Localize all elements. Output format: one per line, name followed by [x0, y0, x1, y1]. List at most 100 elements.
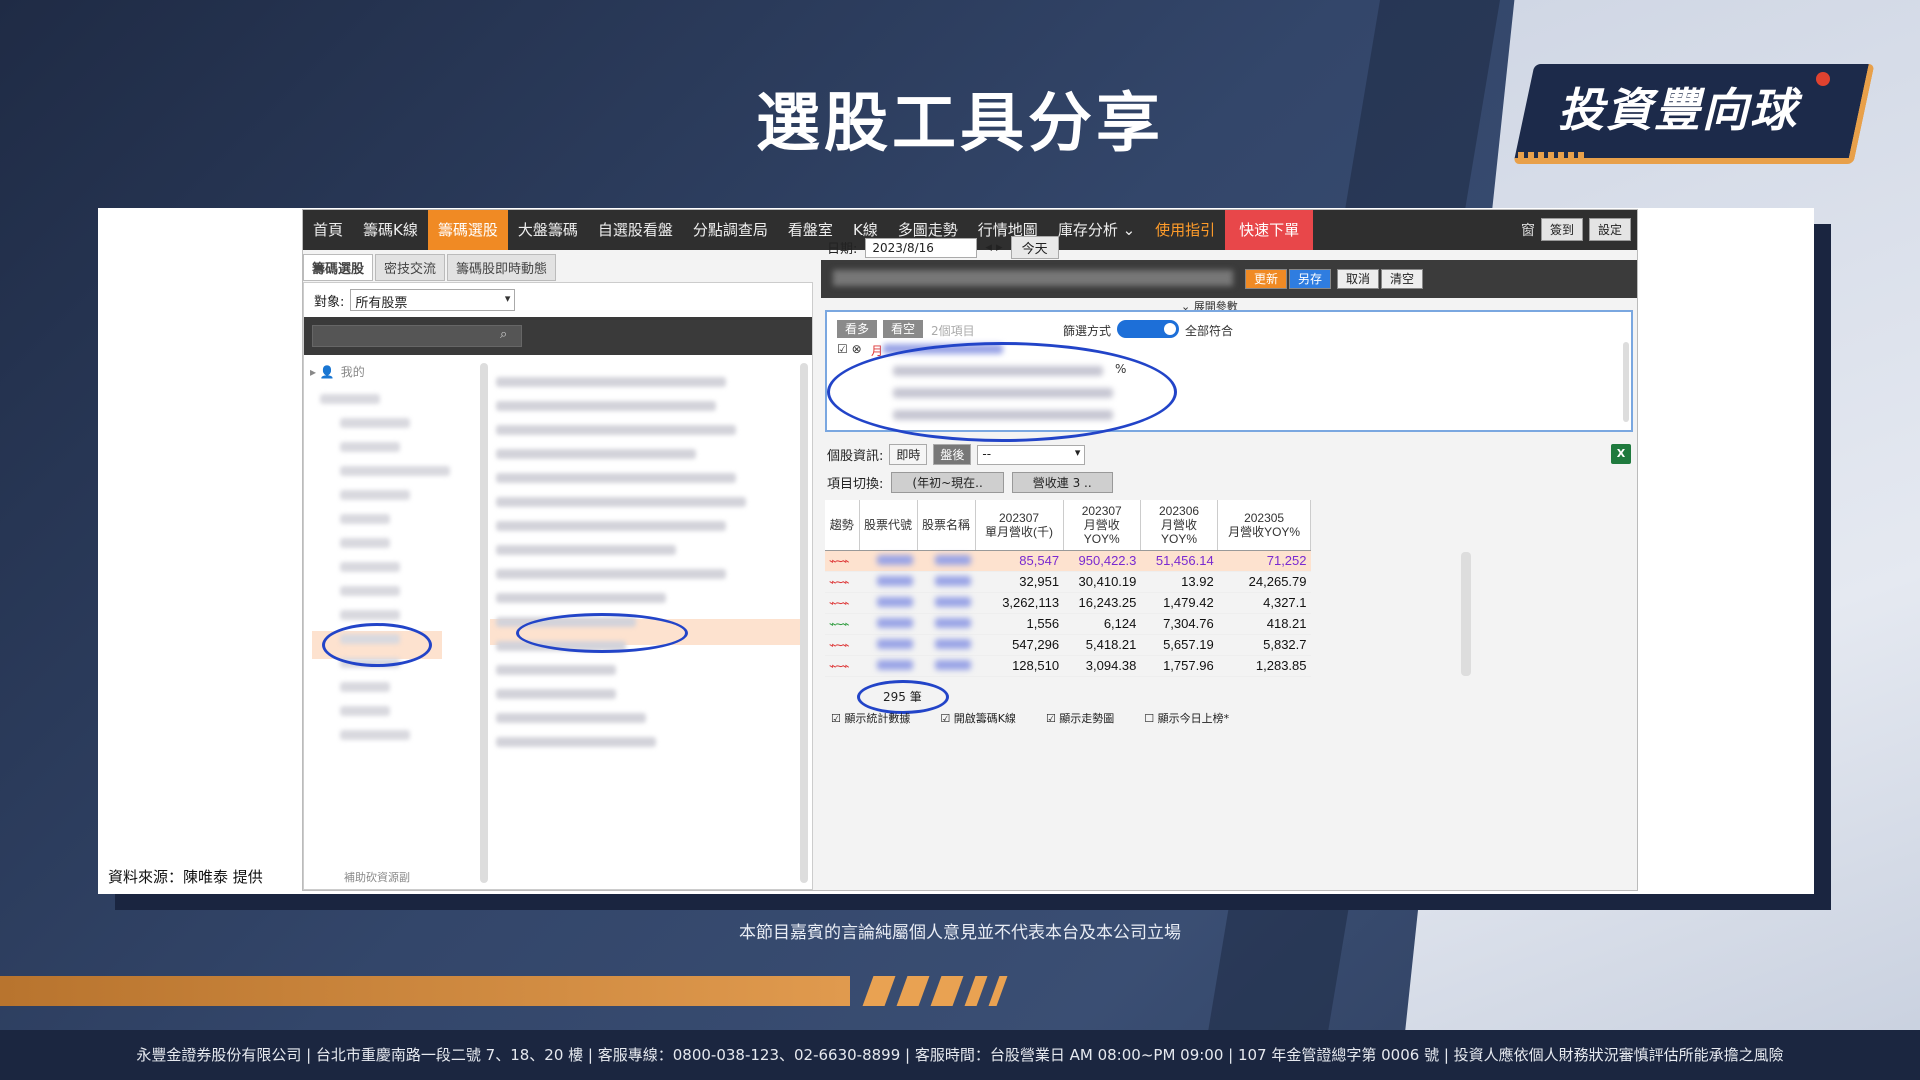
col-stock-name[interactable]: 股票名稱: [917, 500, 976, 551]
open-chip-kline-checkbox[interactable]: 開啟籌碼K線: [940, 710, 1016, 726]
list-item[interactable]: [496, 689, 616, 699]
cancel-button[interactable]: 取消: [1337, 269, 1380, 289]
col-yoy-202306[interactable]: 202306 月營收 YOY%: [1140, 500, 1219, 551]
table-row[interactable]: ⌁∼⌁ 128,510 3,094.38 1,757.96 1,283.85: [825, 655, 1311, 677]
table-row[interactable]: ⌁∼⌁ 547,296 5,418.21 5,657.19 5,832.7: [825, 634, 1311, 656]
list-item[interactable]: [496, 665, 616, 675]
tree-root[interactable]: ▸ 👤 我的: [310, 363, 490, 380]
list-item[interactable]: [496, 521, 726, 531]
filter-mode-toggle[interactable]: [1117, 320, 1179, 338]
table-row[interactable]: ⌁∼⌁ 1,556 6,124 7,304.76 418.21: [825, 613, 1311, 635]
yoy-202306-cell: 13.92: [1140, 571, 1218, 593]
list-item[interactable]: [496, 713, 646, 723]
tree-item[interactable]: [340, 514, 390, 524]
list-item[interactable]: [496, 473, 736, 483]
list-item[interactable]: [496, 401, 716, 411]
tree-item[interactable]: [340, 466, 450, 476]
tree-item[interactable]: [340, 562, 400, 572]
show-trend-checkbox[interactable]: 顯示走勢圖: [1046, 710, 1114, 726]
sparkline-icon: ⌁∼⌁: [829, 575, 849, 589]
list-item[interactable]: [496, 569, 726, 579]
stock-info-row: 個股資訊: 即時 盤後 --: [827, 444, 1086, 465]
table-row[interactable]: ⌁∼⌁ 32,951 30,410.19 13.92 24,265.79: [825, 571, 1311, 593]
yoy-202305-cell: 5,832.7: [1217, 634, 1311, 656]
table-scrollbar[interactable]: [1461, 552, 1471, 676]
tab-realtime-dynamics[interactable]: 籌碼股即時動態: [447, 254, 557, 281]
nav-branch-investigation[interactable]: 分點調查局: [683, 210, 778, 250]
date-input[interactable]: 2023/8/16: [865, 237, 978, 258]
tree-scrollbar[interactable]: [480, 363, 488, 883]
table-row[interactable]: ⌁∼⌁ 3,262,113 16,243.25 1,479.42 4,327.1: [825, 592, 1311, 614]
trend-cell: ⌁∼⌁: [825, 550, 859, 572]
nav-chip-kline[interactable]: 籌碼K線: [353, 210, 428, 250]
item-switch-row: 項目切換: (年初~現在.. 營收連 3 ..: [827, 472, 1113, 493]
strategy-name-field[interactable]: [833, 270, 1233, 286]
today-button[interactable]: 今天: [1010, 236, 1059, 259]
col-yoy-202305[interactable]: 202305 月營收YOY%: [1217, 500, 1311, 551]
tree-item[interactable]: [340, 418, 410, 428]
yoy-202305-cell: 71,252: [1217, 550, 1311, 572]
tree-item[interactable]: [340, 706, 390, 716]
search-icon[interactable]: ⌕: [500, 327, 507, 342]
table-row[interactable]: ⌁∼⌁ 85,547 950,422.3 51,456.14 71,252: [825, 550, 1311, 572]
list-scrollbar[interactable]: [800, 363, 808, 883]
tree-item[interactable]: [340, 442, 400, 452]
stock-code-cell: [859, 634, 917, 656]
tree-item[interactable]: [340, 682, 390, 692]
target-row: 對象: 所有股票: [314, 289, 516, 311]
info-select[interactable]: --: [977, 444, 1086, 465]
nav-market-chips[interactable]: 大盤籌碼: [508, 210, 588, 250]
stock-name-cell: [917, 571, 975, 593]
excel-export-icon[interactable]: X: [1611, 444, 1631, 464]
redacted-text: [877, 639, 913, 649]
app-window: 首頁 籌碼K線 籌碼選股 大盤籌碼 自選股看盤 分點調查局 看盤室 K線 多圖走…: [302, 209, 1638, 891]
tree-item[interactable]: [340, 586, 400, 596]
col-revenue[interactable]: 202307 單月營收(千): [975, 500, 1064, 551]
revenue-cell: 128,510: [975, 655, 1064, 677]
redacted-text: [877, 618, 913, 628]
save-as-button[interactable]: 另存: [1289, 269, 1332, 289]
list-item[interactable]: [496, 449, 696, 459]
target-select[interactable]: 所有股票: [350, 289, 516, 311]
col-yoy-202307[interactable]: 202307 月營收 YOY%: [1063, 500, 1141, 551]
tab-tips-exchange[interactable]: 密技交流: [375, 254, 446, 281]
switch-left-button[interactable]: (年初~現在..: [891, 472, 1004, 493]
redacted-text: [877, 576, 913, 586]
seg-realtime[interactable]: 即時: [889, 444, 928, 465]
list-item[interactable]: [496, 377, 726, 387]
chip-short[interactable]: 看空: [883, 320, 924, 338]
seg-after-hours[interactable]: 盤後: [933, 444, 972, 465]
nav-chip-screener[interactable]: 籌碼選股: [427, 210, 508, 250]
show-today-list-checkbox[interactable]: 顯示今日上榜*: [1144, 710, 1230, 726]
show-stats-checkbox[interactable]: 顯示統計數據: [831, 710, 910, 726]
clear-button[interactable]: 清空: [1381, 269, 1424, 289]
annotation-circle-list: [516, 613, 688, 653]
date-row: 日期: 2023/8/16 ◂ ▸ 今天: [827, 236, 1059, 259]
nav-watchlist[interactable]: 自選股看盤: [588, 210, 683, 250]
tree-item[interactable]: [320, 394, 380, 404]
chip-long[interactable]: 看多: [837, 320, 878, 338]
list-item[interactable]: [496, 593, 666, 603]
list-item[interactable]: [496, 425, 736, 435]
tree-item[interactable]: [340, 610, 400, 620]
stock-name-cell: [917, 655, 975, 677]
col-trend[interactable]: 趨勢: [825, 500, 860, 551]
tab-chip-screener[interactable]: 籌碼選股: [303, 254, 374, 281]
col-stock-code[interactable]: 股票代號: [859, 500, 918, 551]
switch-right-button[interactable]: 營收連 3 ..: [1011, 472, 1113, 493]
list-item[interactable]: [496, 545, 676, 555]
condition-scrollbar[interactable]: [1623, 342, 1629, 422]
tree-item[interactable]: [340, 490, 410, 500]
condition-pane: 日期: 2023/8/16 ◂ ▸ 今天 更新 另存 取消 清空 ⌄ 展開參數 …: [821, 232, 1637, 890]
date-arrows-icon[interactable]: ◂ ▸: [985, 240, 1002, 255]
tree-item[interactable]: [340, 730, 410, 740]
tree-item[interactable]: [340, 538, 390, 548]
nav-home[interactable]: 首頁: [303, 210, 353, 250]
search-input[interactable]: [312, 325, 522, 347]
search-bar: ⌕: [304, 317, 812, 355]
list-item[interactable]: [496, 497, 746, 507]
yoy-202305-cell: 418.21: [1217, 613, 1311, 635]
condition-checkbox-icon[interactable]: ☑ ⊗: [837, 342, 862, 356]
update-button[interactable]: 更新: [1245, 269, 1288, 289]
list-item[interactable]: [496, 737, 656, 747]
